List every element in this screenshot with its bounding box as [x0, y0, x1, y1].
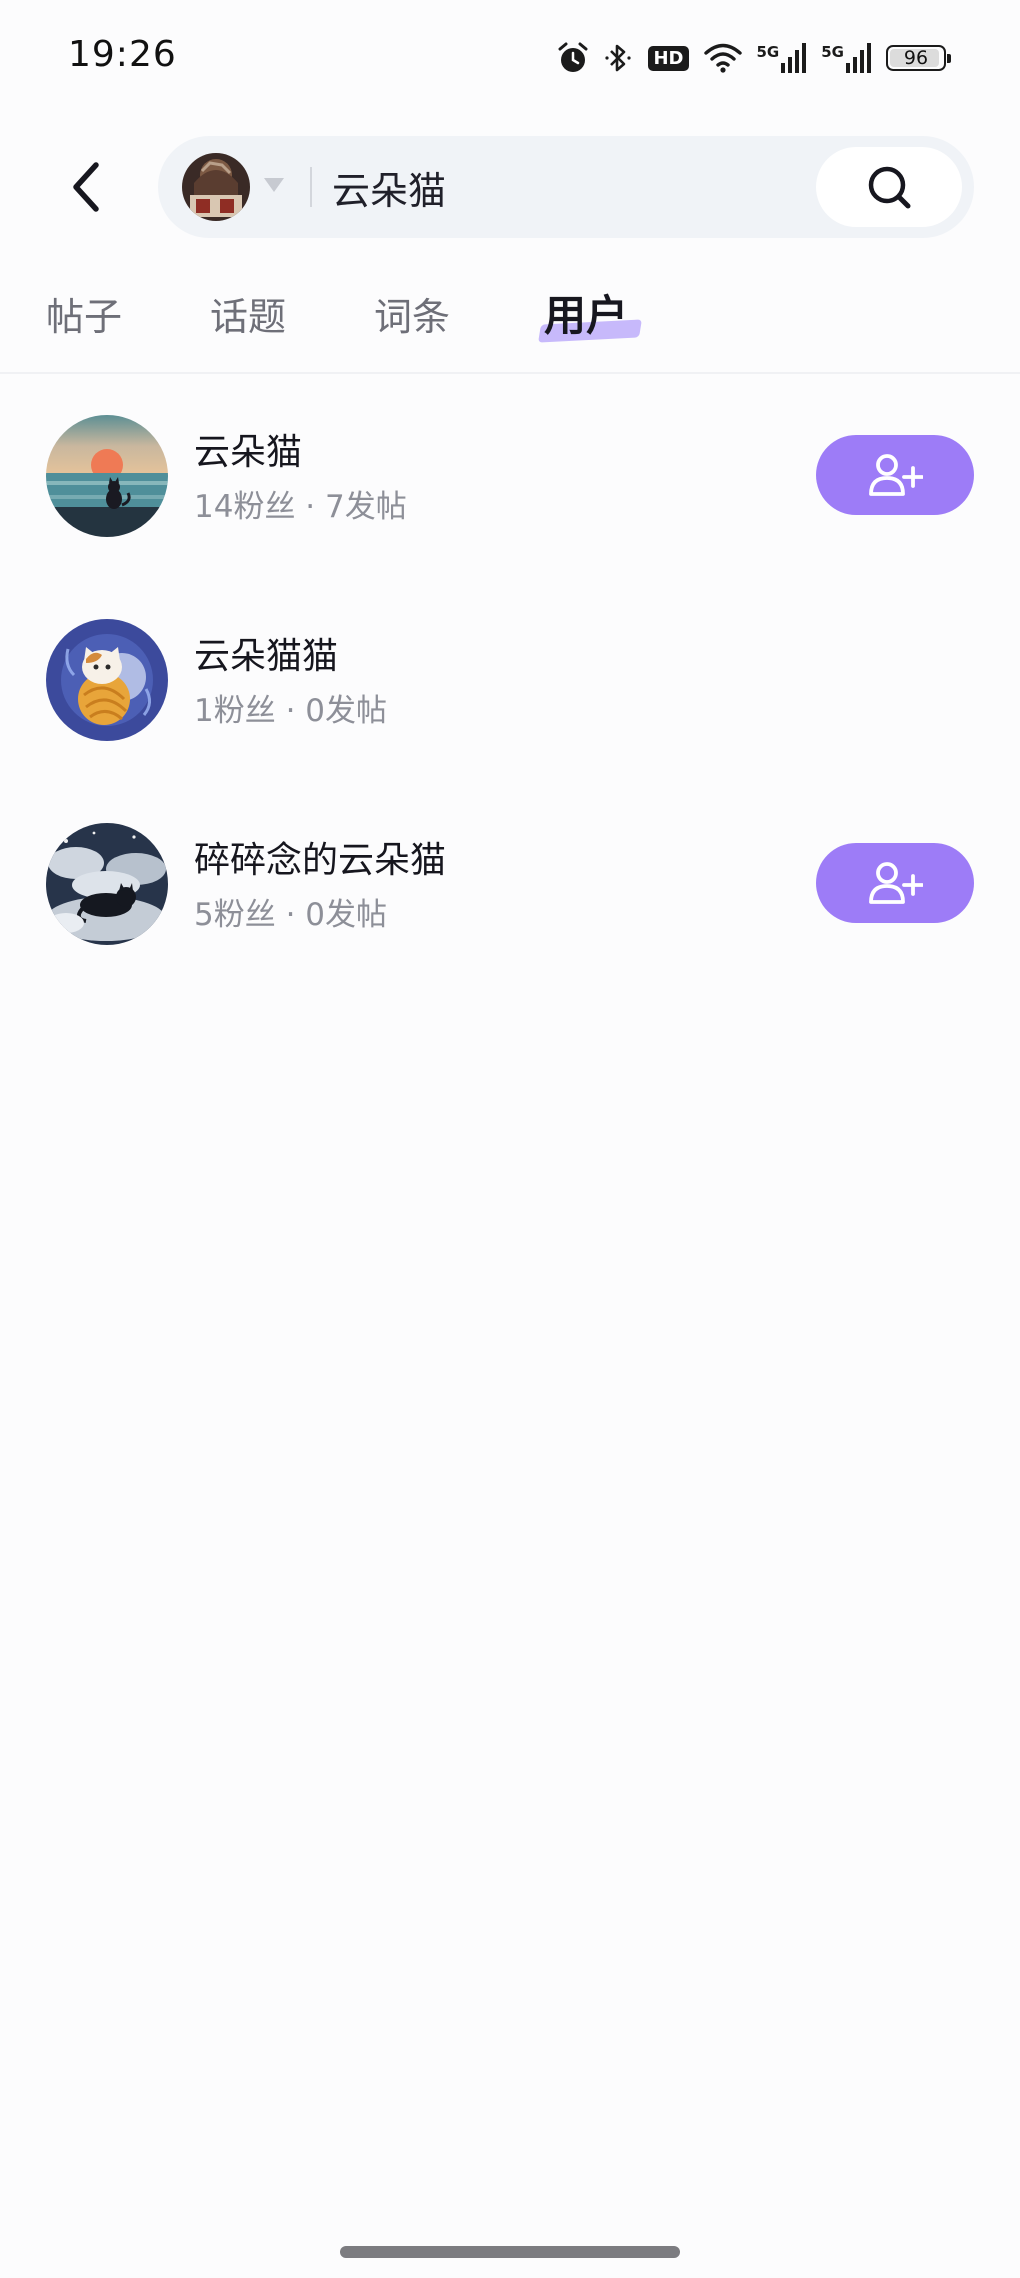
battery-icon: 96	[886, 45, 951, 71]
search-button[interactable]	[816, 147, 962, 227]
chevron-left-icon	[73, 162, 99, 212]
hd-icon: HD	[648, 45, 689, 71]
search-input[interactable]	[332, 156, 752, 218]
follow-button[interactable]	[816, 843, 974, 923]
tab-topics[interactable]: 话题	[210, 286, 286, 341]
list-item[interactable]: 云朵猫 14粉丝 · 7发帖	[0, 405, 1020, 545]
user-name: 云朵猫	[194, 432, 303, 473]
tab-users[interactable]: 用户	[544, 282, 628, 343]
user-stats: 1粉丝 · 0发帖	[194, 693, 388, 729]
search-divider	[310, 167, 312, 207]
signal-5g-icon: 5G	[821, 43, 872, 73]
user-name: 云朵猫猫	[194, 636, 339, 677]
search-icon	[868, 166, 911, 209]
user-stats: 5粉丝 · 0发帖	[194, 897, 388, 933]
list-item[interactable]: 云朵猫猫 1粉丝 · 0发帖	[0, 609, 1020, 749]
search-bar[interactable]	[158, 136, 974, 238]
wifi-icon	[703, 42, 743, 74]
avatar[interactable]	[46, 415, 168, 537]
add-user-icon	[869, 454, 923, 496]
avatar[interactable]	[182, 153, 250, 221]
avatar[interactable]	[46, 823, 168, 945]
tab-bar: 帖子 话题 词条 用户	[0, 272, 1020, 372]
network-label: 5G	[756, 43, 780, 61]
tab-posts[interactable]: 帖子	[46, 286, 122, 341]
add-user-icon	[869, 862, 923, 904]
status-time: 19:26	[68, 34, 177, 75]
tab-users-label: 用户	[544, 291, 629, 340]
tabs-divider	[0, 372, 1020, 374]
follow-button[interactable]	[816, 435, 974, 515]
user-name: 碎碎念的云朵猫	[194, 840, 447, 881]
battery-level: 96	[903, 47, 929, 69]
list-item[interactable]: 碎碎念的云朵猫 5粉丝 · 0发帖	[0, 813, 1020, 953]
avatar[interactable]	[46, 619, 168, 741]
network-label: 5G	[821, 43, 844, 61]
signal-5g-icon: 5G	[757, 43, 808, 73]
home-indicator[interactable]	[340, 2246, 680, 2258]
status-icons: HD 5G 5G 96	[556, 38, 951, 78]
status-bar: 19:26 HD 5G 5G 96	[0, 0, 1020, 110]
alarm-icon	[556, 41, 590, 75]
back-button[interactable]	[56, 152, 116, 222]
bluetooth-icon	[604, 41, 634, 75]
caret-down-icon[interactable]	[262, 176, 286, 198]
user-stats: 14粉丝 · 7发帖	[194, 489, 407, 525]
tab-entries[interactable]: 词条	[374, 286, 450, 341]
